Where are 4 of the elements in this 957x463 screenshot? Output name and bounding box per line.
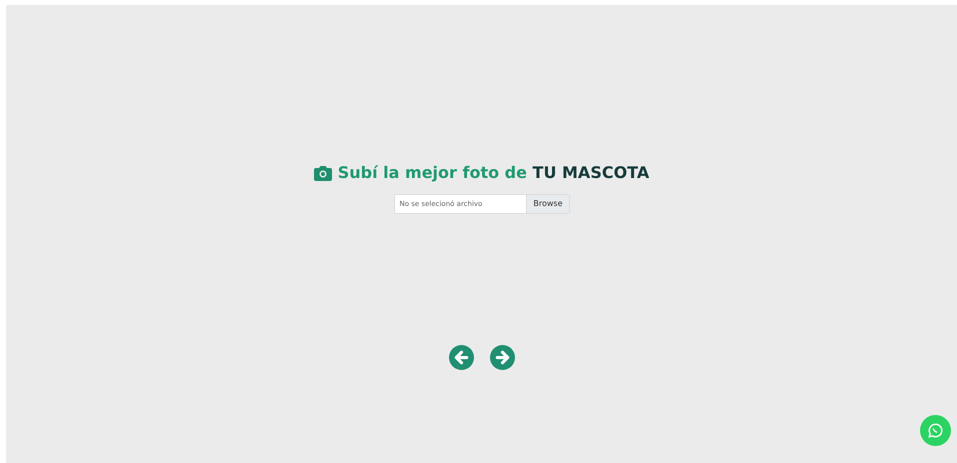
heading-emphasis: TU MASCOTA (532, 163, 650, 182)
camera-icon (314, 165, 332, 181)
browse-button[interactable]: Browse (527, 194, 570, 214)
heading-text: Subí la mejor foto de (338, 163, 527, 182)
